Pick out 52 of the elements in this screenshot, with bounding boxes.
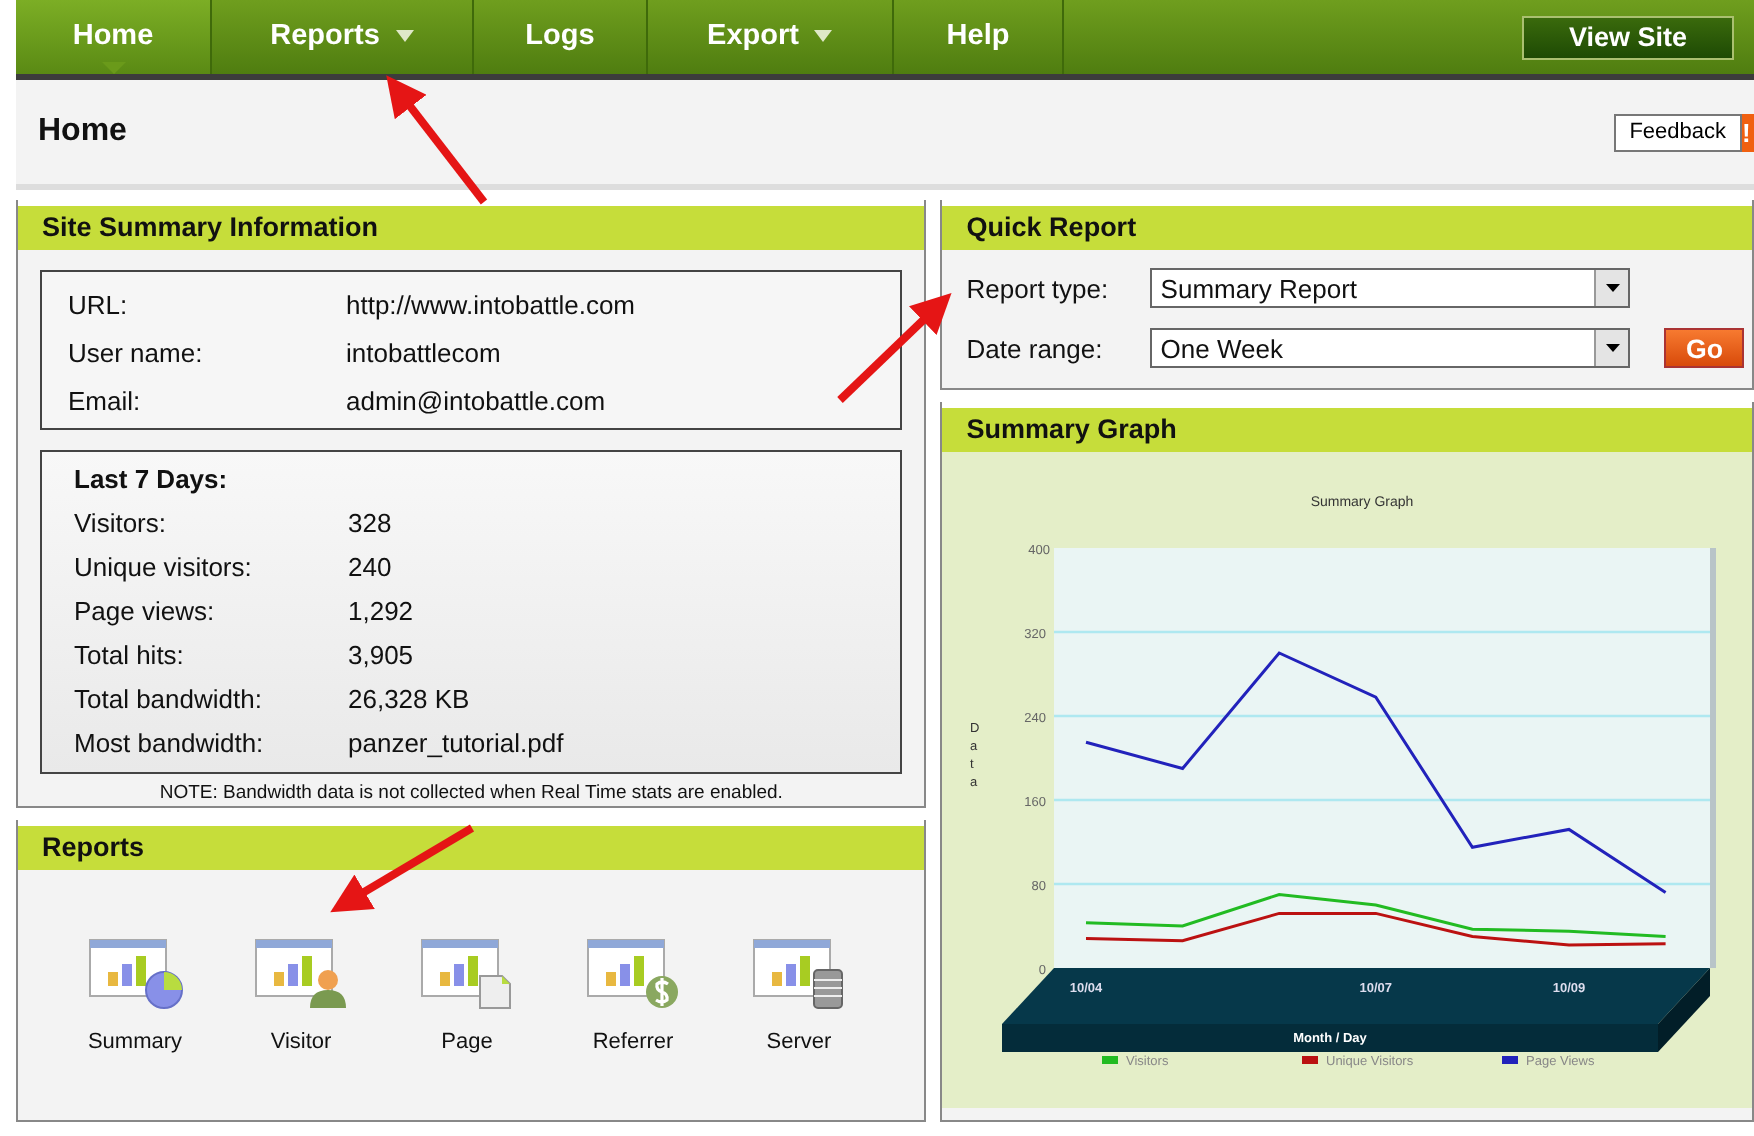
legend-swatch xyxy=(1102,1056,1119,1064)
panel-header: Reports xyxy=(18,820,925,870)
report-pie-icon[interactable] xyxy=(87,938,183,1010)
legend-swatch xyxy=(1302,1056,1319,1064)
dropdown-field[interactable]: Summary Report xyxy=(1150,268,1631,308)
note-text: NOTE: Bandwidth data is not collected when Real Time stats are enabled. xyxy=(157,780,785,806)
stat-label: Visitors: xyxy=(74,507,168,537)
info-label: Email: xyxy=(68,385,143,415)
annotation-arrow xyxy=(386,75,488,205)
stats-title: Last 7 Days: xyxy=(74,464,230,494)
caret-icon[interactable] xyxy=(1605,344,1620,352)
report-dollar-icon[interactable] xyxy=(585,938,681,1010)
report-label[interactable]: Page xyxy=(441,1030,493,1054)
stat-value: 240 xyxy=(348,551,392,581)
report-label[interactable]: Server xyxy=(766,1030,832,1054)
report-server-icon[interactable] xyxy=(751,938,847,1010)
field-label: Report type: xyxy=(966,273,1111,303)
dropdown-field[interactable]: One Week xyxy=(1150,328,1631,368)
report-label[interactable]: Visitor xyxy=(270,1030,332,1054)
feedback-button[interactable]: Feedback xyxy=(1613,113,1742,151)
page-title: Home xyxy=(38,114,129,150)
field-label: Date range: xyxy=(966,333,1105,363)
stat-value: 328 xyxy=(348,507,392,537)
stat-label: Page views: xyxy=(74,595,217,625)
stat-label: Unique visitors: xyxy=(74,551,254,581)
nav-tab[interactable]: Export xyxy=(648,0,894,74)
report-person-icon[interactable] xyxy=(253,938,349,1010)
panel-header: Summary Graph xyxy=(942,402,1752,452)
caret-icon[interactable] xyxy=(1605,284,1620,292)
stat-label: Total bandwidth: xyxy=(74,683,264,713)
legend-swatch xyxy=(1502,1056,1519,1064)
report-label[interactable]: Summary xyxy=(87,1030,183,1054)
annotation-arrow xyxy=(837,292,952,403)
nav-tab[interactable]: Help xyxy=(894,0,1064,74)
view-site-button[interactable]: View Site xyxy=(1522,15,1734,59)
report-label[interactable]: Referrer xyxy=(592,1030,674,1054)
stat-value: 3,905 xyxy=(348,639,414,669)
stat-label: Most bandwidth: xyxy=(74,727,266,757)
stat-value: panzer_tutorial.pdf xyxy=(348,727,564,757)
panel-header: Quick Report xyxy=(942,200,1752,250)
report-page-icon[interactable] xyxy=(419,938,515,1010)
info-value: http://www.intobattle.com xyxy=(346,289,636,319)
stat-label: Total hits: xyxy=(74,639,186,669)
info-value: admin@intobattle.com xyxy=(346,385,606,415)
nav-tab[interactable]: Reports xyxy=(212,0,474,74)
panel-header: Site Summary Information xyxy=(18,200,925,250)
stat-value: 1,292 xyxy=(348,595,414,625)
nav-tab[interactable]: Logs xyxy=(474,0,648,74)
info-label: URL: xyxy=(68,289,130,319)
stat-value: 26,328 KB xyxy=(348,683,470,713)
info-value: intobattlecom xyxy=(346,337,501,367)
info-label: User name: xyxy=(68,337,205,367)
